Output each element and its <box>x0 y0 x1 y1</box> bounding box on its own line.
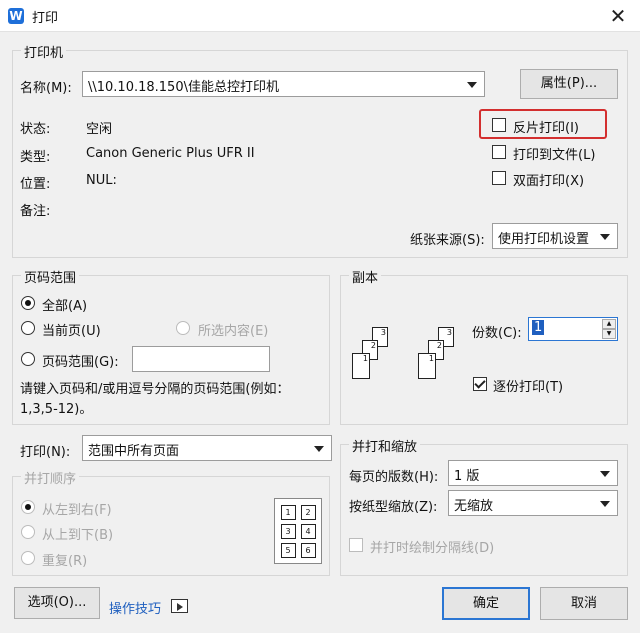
video-icon[interactable] <box>171 599 188 613</box>
selection-radio <box>176 321 190 335</box>
scale-label: 按纸型缩放(Z): <box>349 500 438 515</box>
collate-illustration: 3 2 1 3 2 1 <box>352 322 462 384</box>
left-to-right-label: 从左到右(F) <box>42 503 112 518</box>
print-to-file-label[interactable]: 打印到文件(L) <box>513 144 595 163</box>
wps-app-icon: W <box>8 8 24 24</box>
current-page-label[interactable]: 当前页(U) <box>42 320 101 339</box>
paper-source-label: 纸张来源(S): <box>410 233 485 248</box>
print-what-select[interactable]: 范围中所有页面 <box>82 435 332 461</box>
top-to-bottom-label: 从上到下(B) <box>42 528 114 543</box>
repeat-label: 重复(R) <box>42 554 88 569</box>
draw-lines-label: 并打时绘制分隔线(D) <box>370 541 495 556</box>
page-range-label[interactable]: 页码范围(G): <box>42 351 119 370</box>
page-range-radio[interactable] <box>21 352 35 366</box>
printer-name-select[interactable]: \\10.10.18.150\佳能总控打印机 <box>82 71 485 97</box>
location-label: 位置: <box>20 177 51 192</box>
collate-label[interactable]: 逐份打印(T) <box>493 376 563 395</box>
copies-group-title: 副本 <box>349 267 382 286</box>
draw-lines-checkbox <box>349 538 363 552</box>
order-cell: 6 <box>301 543 316 558</box>
pages-per-sheet-select[interactable]: 1 版 <box>448 460 618 486</box>
properties-button[interactable]: 属性(P)... <box>520 69 618 99</box>
tips-link[interactable]: 操作技巧 <box>109 598 161 617</box>
repeat-radio <box>21 551 35 565</box>
duplex-label[interactable]: 双面打印(X) <box>513 170 584 189</box>
order-cell: 5 <box>281 543 296 558</box>
zoom-group-title: 并打和缩放 <box>349 436 421 455</box>
order-cell: 3 <box>281 524 296 539</box>
order-cell: 1 <box>281 505 296 520</box>
printer-name-value: \\10.10.18.150\佳能总控打印机 <box>88 80 279 95</box>
type-value: Canon Generic Plus UFR II <box>86 146 255 161</box>
order-cell: 4 <box>301 524 316 539</box>
print-to-file-checkbox[interactable] <box>492 145 506 159</box>
status-label: 状态: <box>20 122 51 137</box>
scale-value: 无缩放 <box>454 499 494 514</box>
paper-source-select[interactable]: 使用打印机设置 <box>492 223 618 249</box>
order-group-title: 并打顺序 <box>21 468 80 487</box>
copies-count-label: 份数(C): <box>472 326 522 341</box>
print-what-value: 范围中所有页面 <box>88 444 180 459</box>
location-value: NUL: <box>86 173 117 188</box>
paper-source-value: 使用打印机设置 <box>498 232 590 247</box>
pages-per-sheet-label: 每页的版数(H): <box>349 470 439 485</box>
reverse-print-label[interactable]: 反片打印(I) <box>513 117 579 136</box>
pages-per-sheet-value: 1 版 <box>454 469 480 484</box>
duplex-checkbox[interactable] <box>492 171 506 185</box>
order-preview: 1 2 3 4 5 6 <box>274 498 322 564</box>
chevron-down-icon <box>467 82 477 88</box>
page-range-hint: 请键入页码和/或用逗号分隔的页码范围(例如：1,3,5-12)。 <box>20 382 290 417</box>
copy-page-icon: 1 <box>418 353 436 379</box>
chevron-down-icon <box>314 446 324 452</box>
options-button[interactable]: 选项(O)... <box>14 587 100 619</box>
left-to-right-radio <box>21 500 35 514</box>
title-bar <box>0 0 640 32</box>
all-pages-label[interactable]: 全部(A) <box>42 295 87 314</box>
spin-down-icon[interactable]: ▼ <box>602 329 616 339</box>
ok-button[interactable]: 确定 <box>442 587 530 620</box>
current-page-radio[interactable] <box>21 321 35 335</box>
page-range-input[interactable] <box>132 346 270 372</box>
comment-label: 备注: <box>20 204 51 219</box>
top-to-bottom-radio <box>21 525 35 539</box>
window-title: 打印 <box>32 11 59 26</box>
type-label: 类型: <box>20 150 51 165</box>
chevron-down-icon <box>600 471 610 477</box>
collate-checkbox[interactable] <box>473 377 487 391</box>
order-cell: 2 <box>301 505 316 520</box>
close-icon[interactable]: ✕ <box>604 2 632 30</box>
all-pages-radio[interactable] <box>21 296 35 310</box>
cancel-button[interactable]: 取消 <box>540 587 628 620</box>
spin-up-icon[interactable]: ▲ <box>602 319 616 329</box>
scale-select[interactable]: 无缩放 <box>448 490 618 516</box>
chevron-down-icon <box>600 234 610 240</box>
printer-name-label: 名称(M): <box>20 81 72 96</box>
print-what-label: 打印(N): <box>20 445 71 460</box>
copies-count-value: 1 <box>532 320 545 335</box>
reverse-print-checkbox[interactable] <box>492 118 506 132</box>
page-range-group-title: 页码范围 <box>21 267 80 286</box>
selection-label: 所选内容(E) <box>198 324 269 339</box>
chevron-down-icon <box>600 501 610 507</box>
status-value: 空闲 <box>86 122 113 137</box>
printer-group-title: 打印机 <box>21 42 67 61</box>
play-icon <box>177 603 183 611</box>
copy-page-icon: 1 <box>352 353 370 379</box>
copies-count-stepper[interactable]: 1 ▲ ▼ <box>528 317 618 341</box>
